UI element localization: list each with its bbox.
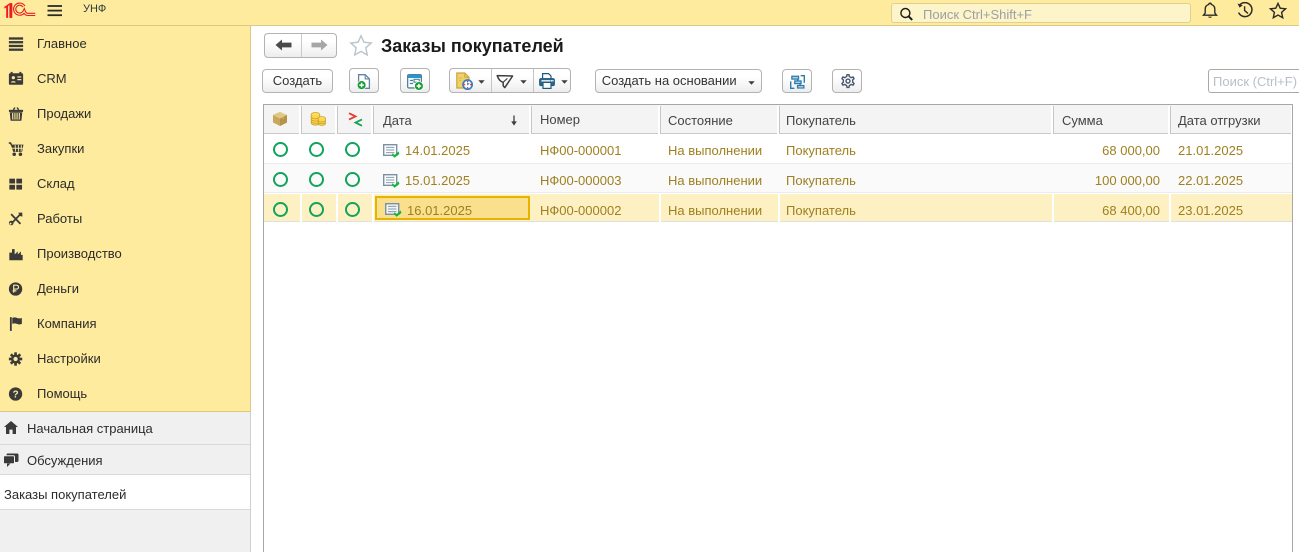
svg-text:?: ? (13, 389, 19, 400)
